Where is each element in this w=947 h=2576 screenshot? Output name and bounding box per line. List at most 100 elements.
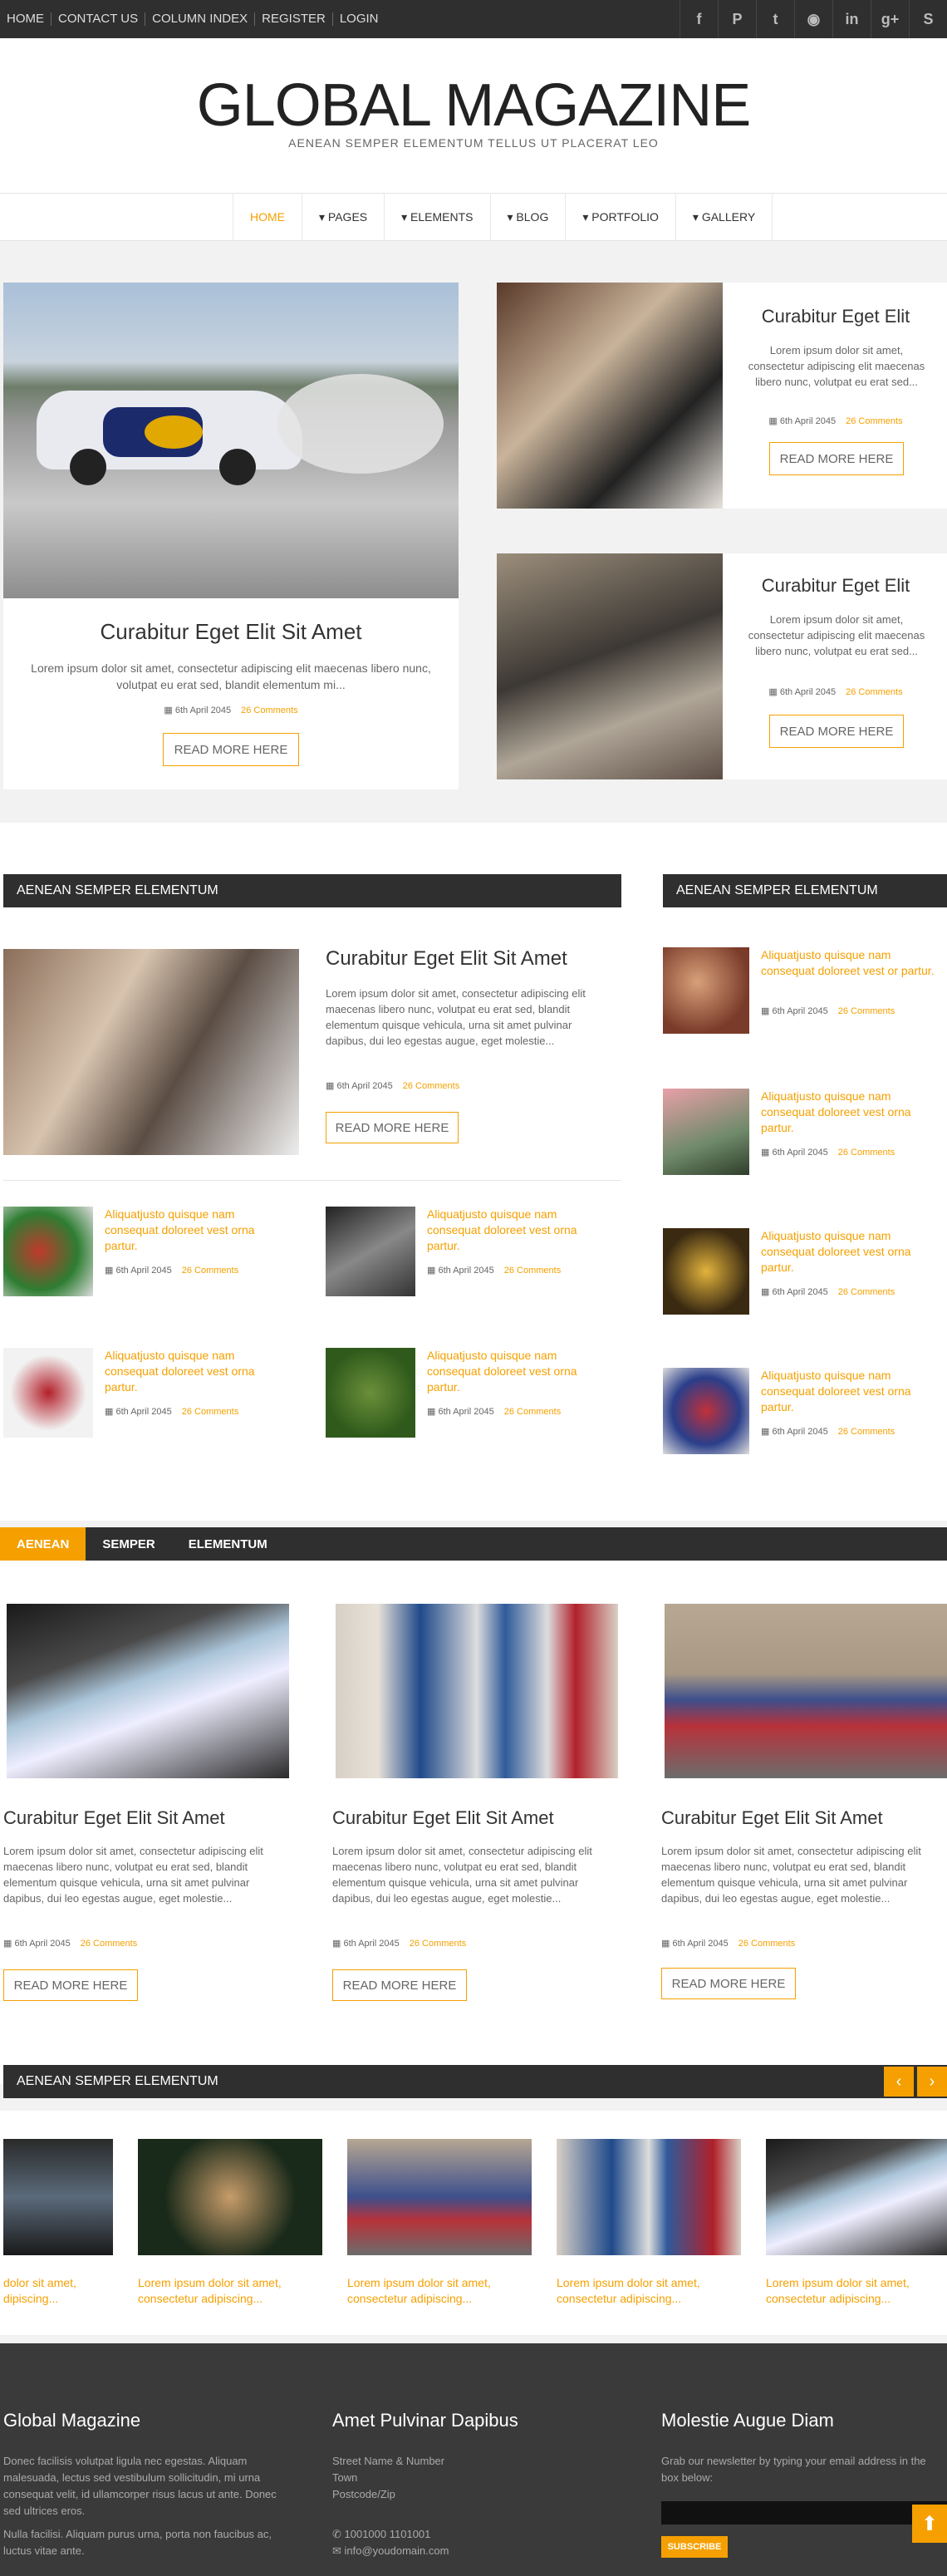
top-link-login[interactable]: LOGIN: [333, 12, 385, 26]
tab-post-2-read-more[interactable]: READ MORE HERE: [332, 1969, 467, 2001]
carousel-item-2-text[interactable]: Lorem ipsum dolor sit amet, consectetur …: [138, 2275, 322, 2307]
featured-excerpt: Lorem ipsum dolor sit amet, consectetur …: [31, 661, 431, 691]
subscribe-button[interactable]: SUBSCRIBE: [661, 2536, 728, 2558]
post-date: 6th April 2045: [772, 1148, 828, 1158]
mid-post-image[interactable]: [3, 949, 299, 1155]
small-post-2-title[interactable]: Aliquatjusto quisque nam consequat dolor…: [427, 1207, 610, 1254]
post-comments[interactable]: 26 Comments: [838, 1427, 895, 1437]
carousel-item-5-image[interactable]: [766, 2139, 947, 2255]
menu-blog[interactable]: ▾ BLOG: [489, 193, 566, 241]
post-comments[interactable]: 26 Comments: [838, 1287, 895, 1297]
tab-post-2-title[interactable]: Curabitur Eget Elit Sit Amet: [332, 1807, 615, 1829]
facebook-icon[interactable]: f: [680, 0, 718, 38]
tab-post-3-image[interactable]: [665, 1604, 947, 1778]
linkedin-icon[interactable]: in: [832, 0, 871, 38]
carousel-prev-button[interactable]: ‹: [884, 2067, 914, 2097]
side-post-1-read-more[interactable]: READ MORE HERE: [769, 442, 904, 475]
sidebar-post-2-title[interactable]: Aliquatjusto quisque nam consequat dolor…: [761, 1089, 935, 1136]
post-comments[interactable]: 26 Comments: [81, 1939, 137, 1949]
small-post-2-image[interactable]: [326, 1207, 415, 1296]
tab-post-1-excerpt: Lorem ipsum dolor sit amet, consectetur …: [3, 1845, 263, 1905]
top-link-home[interactable]: HOME: [0, 12, 52, 26]
post-comments[interactable]: 26 Comments: [182, 1266, 238, 1276]
side-post-1-title[interactable]: Curabitur Eget Elit: [736, 306, 935, 327]
carousel-item-2-image[interactable]: [138, 2139, 322, 2255]
top-link-register[interactable]: REGISTER: [255, 12, 333, 26]
small-post-1-image[interactable]: [3, 1207, 93, 1296]
newsletter-email-input[interactable]: [661, 2501, 947, 2524]
sidebar-post-4-image[interactable]: [663, 1368, 749, 1454]
tab-post-3-title[interactable]: Curabitur Eget Elit Sit Amet: [661, 1807, 944, 1829]
footer-email-address[interactable]: info@youdomain.com: [345, 2544, 449, 2557]
carousel-item-5-text[interactable]: Lorem ipsum dolor sit amet, consectetur …: [766, 2275, 947, 2307]
post-comments[interactable]: 26 Comments: [846, 687, 902, 697]
carousel-item-4-image[interactable]: [557, 2139, 741, 2255]
featured-image[interactable]: [3, 283, 459, 598]
post-comments[interactable]: 26 Comments: [838, 1148, 895, 1158]
tab-post-1-meta: ▦ 6th April 2045 26 Comments: [3, 1939, 138, 1949]
featured-read-more[interactable]: READ MORE HERE: [163, 733, 299, 766]
small-post-1-title[interactable]: Aliquatjusto quisque nam consequat dolor…: [105, 1207, 287, 1254]
arrow-up-icon: ⬆: [920, 2512, 939, 2535]
carousel-item-1-image[interactable]: [3, 2139, 113, 2255]
top-link-contact[interactable]: CONTACT US: [52, 12, 146, 26]
post-comments[interactable]: 26 Comments: [241, 705, 297, 715]
post-comments[interactable]: 26 Comments: [738, 1939, 795, 1949]
tab-aenean[interactable]: AENEAN: [0, 1527, 86, 1561]
site-tagline: AENEAN SEMPER ELEMENTUM TELLUS UT PLACER…: [288, 136, 659, 150]
menu-elements[interactable]: ▾ ELEMENTS: [384, 193, 489, 241]
pinterest-icon[interactable]: P: [718, 0, 756, 38]
tab-post-3-read-more[interactable]: READ MORE HERE: [661, 1968, 796, 1999]
small-post-3-title[interactable]: Aliquatjusto quisque nam consequat dolor…: [105, 1348, 287, 1395]
post-comments[interactable]: 26 Comments: [182, 1407, 238, 1417]
footer-col2-title: Amet Pulvinar Dapibus: [332, 2410, 518, 2431]
post-comments[interactable]: 26 Comments: [504, 1266, 561, 1276]
menu-pages[interactable]: ▾ PAGES: [302, 193, 384, 241]
side-post-2-read-more[interactable]: READ MORE HERE: [769, 715, 904, 748]
sidebar-post-3-title[interactable]: Aliquatjusto quisque nam consequat dolor…: [761, 1228, 935, 1276]
sidebar-post-1-image[interactable]: [663, 947, 749, 1034]
site-title[interactable]: GLOBAL MAGAZINE: [0, 71, 947, 140]
skype-icon[interactable]: S: [909, 0, 947, 38]
dribbble-icon[interactable]: ◉: [794, 0, 832, 38]
sidebar-post-2-image[interactable]: [663, 1089, 749, 1175]
twitter-icon[interactable]: t: [756, 0, 794, 38]
footer-phone: ✆ 1001000 1101001: [332, 2526, 430, 2543]
featured-title[interactable]: Curabitur Eget Elit Sit Amet: [3, 619, 459, 645]
menu-home[interactable]: HOME: [233, 193, 302, 241]
small-post-4-image[interactable]: [326, 1348, 415, 1438]
sidebar-post-3-image[interactable]: [663, 1228, 749, 1315]
tab-post-2-image[interactable]: [336, 1604, 618, 1778]
sidebar-post-4-title[interactable]: Aliquatjusto quisque nam consequat dolor…: [761, 1368, 935, 1415]
carousel-item-3-text[interactable]: Lorem ipsum dolor sit amet, consectetur …: [347, 2275, 532, 2307]
post-comments[interactable]: 26 Comments: [410, 1939, 466, 1949]
side-post-1-excerpt: Lorem ipsum dolor sit amet, consectetur …: [748, 344, 925, 388]
carousel-item-3-image[interactable]: [347, 2139, 532, 2255]
post-comments[interactable]: 26 Comments: [846, 416, 902, 426]
tab-elementum[interactable]: ELEMENTUM: [172, 1527, 284, 1561]
tab-post-1-read-more[interactable]: READ MORE HERE: [3, 1969, 138, 2001]
post-comments[interactable]: 26 Comments: [504, 1407, 561, 1417]
carousel-item-4-text[interactable]: Lorem ipsum dolor sit amet, consectetur …: [557, 2275, 741, 2307]
side-post-2-image[interactable]: [497, 553, 723, 779]
small-post-4-title[interactable]: Aliquatjusto quisque nam consequat dolor…: [427, 1348, 610, 1395]
mid-post-read-more[interactable]: READ MORE HERE: [326, 1112, 459, 1143]
post-comments[interactable]: 26 Comments: [403, 1081, 459, 1091]
menu-gallery[interactable]: ▾ GALLERY: [675, 193, 773, 241]
carousel-item-1-text[interactable]: dolor sit amet, dipiscing...: [3, 2275, 113, 2307]
mid-post-title[interactable]: Curabitur Eget Elit Sit Amet: [326, 947, 621, 971]
tab-post-1-image[interactable]: [7, 1604, 289, 1778]
google-plus-icon[interactable]: g+: [871, 0, 909, 38]
post-comments[interactable]: 26 Comments: [838, 1006, 895, 1016]
footer-email: ✉ info@youdomain.com: [332, 2543, 449, 2559]
carousel-next-button[interactable]: ›: [917, 2067, 947, 2097]
tab-post-1-title[interactable]: Curabitur Eget Elit Sit Amet: [3, 1807, 286, 1829]
tab-semper[interactable]: SEMPER: [86, 1527, 171, 1561]
small-post-3-image[interactable]: [3, 1348, 93, 1438]
back-to-top-button[interactable]: ⬆: [912, 2505, 947, 2543]
side-post-2-title[interactable]: Curabitur Eget Elit: [736, 575, 935, 597]
menu-portfolio[interactable]: ▾ PORTFOLIO: [565, 193, 675, 241]
sidebar-post-1-title[interactable]: Aliquatjusto quisque nam consequat dolor…: [761, 947, 935, 979]
top-link-column-index[interactable]: COLUMN INDEX: [145, 12, 256, 26]
side-post-1-image[interactable]: [497, 283, 723, 509]
